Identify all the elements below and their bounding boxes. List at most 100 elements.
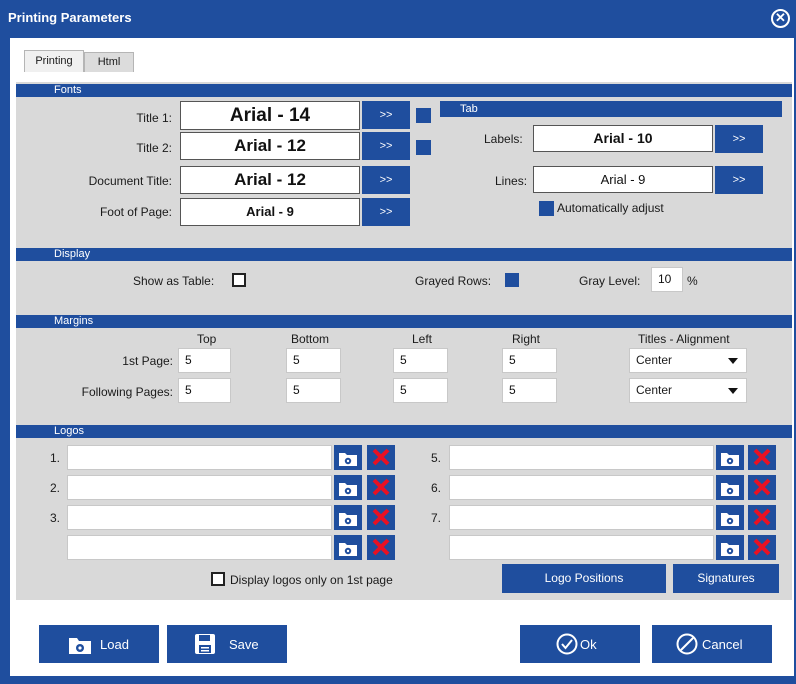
logo-positions-button[interactable]: Logo Positions [502,564,666,593]
title2-font-button[interactable]: >> [362,132,410,160]
title2-color-swatch[interactable] [416,140,431,155]
load-button[interactable]: Load [39,625,159,663]
cancel-button[interactable]: Cancel [652,625,772,663]
chevron-down-icon [728,388,738,394]
foot-of-page-font-button[interactable]: >> [362,198,410,226]
labels-font-button[interactable]: >> [715,125,763,153]
delete-icon[interactable] [748,505,776,530]
logo-path-input[interactable] [67,445,332,470]
logo-path-input[interactable] [449,505,714,530]
ok-label: Ok [580,637,597,652]
delete-icon[interactable] [748,445,776,470]
delete-icon[interactable] [367,505,395,530]
first-page-label: 1st Page: [122,354,173,368]
margin-col-alignment: Titles - Alignment [638,332,730,346]
cancel-icon [676,633,698,658]
logo-left-number: 1. [50,451,61,465]
folder-icon[interactable] [716,475,744,500]
display-first-page-label: Display logos only on 1st page [230,573,393,587]
folder-icon[interactable] [334,445,362,470]
display-first-page-checkbox[interactable] [211,572,225,586]
fonts-header: Fonts [16,84,792,97]
gray-level-input[interactable]: 10 [651,267,683,292]
tab-subheader: Tab [440,101,782,117]
document-title-font-button[interactable]: >> [362,166,410,194]
logo-left-number: 3. [50,511,61,525]
folder-icon[interactable] [334,475,362,500]
folder-icon[interactable] [716,505,744,530]
folder-icon[interactable] [334,505,362,530]
logo-right-number: 6. [431,481,442,495]
margin-col-left: Left [412,332,433,346]
foot-of-page-font-box: Arial - 9 [180,198,360,226]
following-right-input[interactable]: 5 [502,378,557,403]
delete-icon[interactable] [748,535,776,560]
chevron-down-icon [728,358,738,364]
following-left-input[interactable]: 5 [393,378,448,403]
logo-path-input[interactable] [67,505,332,530]
following-top-input[interactable]: 5 [178,378,231,403]
folder-icon[interactable] [716,535,744,560]
delete-icon[interactable] [367,475,395,500]
auto-adjust-checkbox[interactable] [539,201,554,216]
first-page-top-input[interactable]: 5 [178,348,231,373]
close-icon[interactable]: ✕ [771,9,790,28]
first-page-left-input[interactable]: 5 [393,348,448,373]
tab-html[interactable]: Html [84,52,134,72]
grayed-rows-label: Grayed Rows: [415,274,492,288]
save-label: Save [229,637,259,652]
logo-path-input[interactable] [67,475,332,500]
tab-printing[interactable]: Printing [24,50,84,72]
folder-icon[interactable] [334,535,362,560]
first-page-right-input[interactable]: 5 [502,348,557,373]
ok-button[interactable]: Ok [520,625,640,663]
margins-header: Margins [16,315,792,328]
lines-label: Lines: [495,174,528,188]
logo-path-input[interactable] [449,535,714,560]
first-page-bottom-input[interactable]: 5 [286,348,341,373]
margin-col-bottom: Bottom [291,332,330,346]
logos-header: Logos [16,425,792,438]
logo-right-number: 5. [431,451,442,465]
logo-right-number: 7. [431,511,442,525]
auto-adjust-label: Automatically adjust [557,201,664,215]
grayed-rows-checkbox[interactable] [505,273,519,287]
foot-of-page-label: Foot of Page: [99,205,172,219]
folder-icon[interactable] [716,445,744,470]
folder-icon [67,632,93,659]
delete-icon[interactable] [367,445,395,470]
logo-path-input[interactable] [67,535,332,560]
delete-icon[interactable] [367,535,395,560]
following-bottom-input[interactable]: 5 [286,378,341,403]
document-title-label: Document Title: [88,174,172,188]
first-page-alignment-select[interactable]: Center [629,348,747,373]
title2-font-box: Arial - 12 [180,132,360,160]
window-title: Printing Parameters [8,10,132,25]
title1-color-swatch[interactable] [416,108,431,123]
lines-font-button[interactable]: >> [715,166,763,194]
cancel-label: Cancel [702,637,743,652]
show-as-table-label: Show as Table: [133,274,215,288]
logo-path-input[interactable] [449,445,714,470]
save-button[interactable]: Save [167,625,287,663]
title1-label: Title 1: [136,111,172,125]
title2-label: Title 2: [136,141,172,155]
title1-font-button[interactable]: >> [362,101,410,129]
following-alignment-value: Center [636,383,673,397]
labels-label: Labels: [484,132,523,146]
following-alignment-select[interactable]: Center [629,378,747,403]
title1-font-box: Arial - 14 [180,101,360,130]
delete-icon[interactable] [748,475,776,500]
margin-col-right: Right [512,332,541,346]
load-label: Load [100,637,129,652]
title-bar: Printing Parameters ✕ [0,0,796,38]
show-as-table-checkbox[interactable] [232,273,246,287]
first-page-alignment-value: Center [636,353,673,367]
gray-level-label: Gray Level: [579,274,641,288]
logo-path-input[interactable] [449,475,714,500]
save-icon [194,632,216,659]
gray-level-unit: % [687,274,698,288]
signatures-button[interactable]: Signatures [673,564,779,593]
lines-font-box: Arial - 9 [533,166,713,193]
document-title-font-box: Arial - 12 [180,166,360,194]
